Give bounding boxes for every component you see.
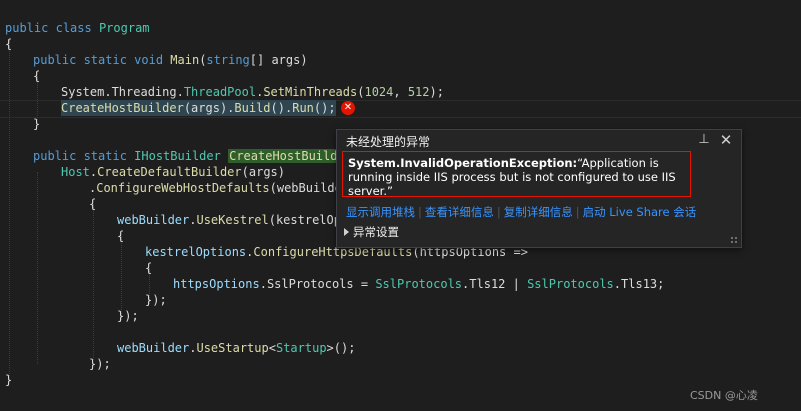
copy-details-link[interactable]: 复制详细信息 <box>504 205 573 219</box>
code-line-host-run: CreateHostBuilder(args).Build().Run(); <box>61 100 336 116</box>
code-line-threadpool: System.Threading.ThreadPool.SetMinThread… <box>61 85 444 99</box>
pin-icon[interactable]: ⊥ <box>697 133 711 147</box>
exception-type: System.InvalidOperationException: <box>348 156 578 170</box>
code-line-startup: webBuilder.UseStartup<Startup>(); <box>117 341 356 355</box>
code-line-close: }); <box>117 309 139 323</box>
code-line-main: public static void Main(string[] args) <box>33 53 308 67</box>
close-icon[interactable]: ✕ <box>719 133 733 148</box>
exception-popup: 未经处理的异常 ⊥ ✕ System.InvalidOperationExcep… <box>336 129 742 248</box>
error-icon[interactable]: ✕ <box>341 101 355 115</box>
code-line-close: }); <box>145 293 167 307</box>
indent-guide <box>9 40 10 376</box>
code-line-brace: { <box>33 69 41 83</box>
code-line-brace: { <box>117 229 125 243</box>
resize-grip[interactable] <box>730 236 738 244</box>
code-line-ssl: httpsOptions.SslProtocols = SslProtocols… <box>173 277 665 291</box>
code-line-brace: { <box>5 37 13 51</box>
code-line-brace: { <box>145 261 153 275</box>
code-line-brace: } <box>33 117 41 131</box>
popup-title: 未经处理的异常 <box>346 135 431 149</box>
code-line-brace: } <box>5 373 13 387</box>
code-line-configure: .ConfigureWebHostDefaults(webBuilde <box>89 181 342 195</box>
exception-settings-toggle[interactable]: 异常设置 <box>344 224 399 240</box>
indent-guide <box>37 172 38 364</box>
code-line-builder-sig: public static IHostBuilder CreateHostBui… <box>33 149 346 163</box>
show-call-stack-link[interactable]: 显示调用堆栈 <box>346 205 415 219</box>
exception-actions: 显示调用堆栈 | 查看详细信息 | 复制详细信息 | 启动 Live Share 会话 <box>346 205 697 219</box>
watermark: CSDN @心凌 <box>690 389 758 402</box>
code-line-kestrel: webBuilder.UseKestrel(kestrelOpt <box>117 213 349 227</box>
live-share-link[interactable]: 启动 Live Share 会话 <box>583 205 697 219</box>
code-line-close: }); <box>89 357 111 371</box>
expand-triangle-icon <box>344 228 349 236</box>
exception-message: System.InvalidOperationException:“Applic… <box>342 151 691 198</box>
view-details-link[interactable]: 查看详细信息 <box>425 205 494 219</box>
indent-guide <box>93 204 94 360</box>
code-line-class: public class Program <box>5 21 150 35</box>
settings-label: 异常设置 <box>353 225 399 239</box>
code-line-brace: { <box>89 197 97 211</box>
code-line-host: Host.CreateDefaultBuilder(args) <box>61 165 285 179</box>
